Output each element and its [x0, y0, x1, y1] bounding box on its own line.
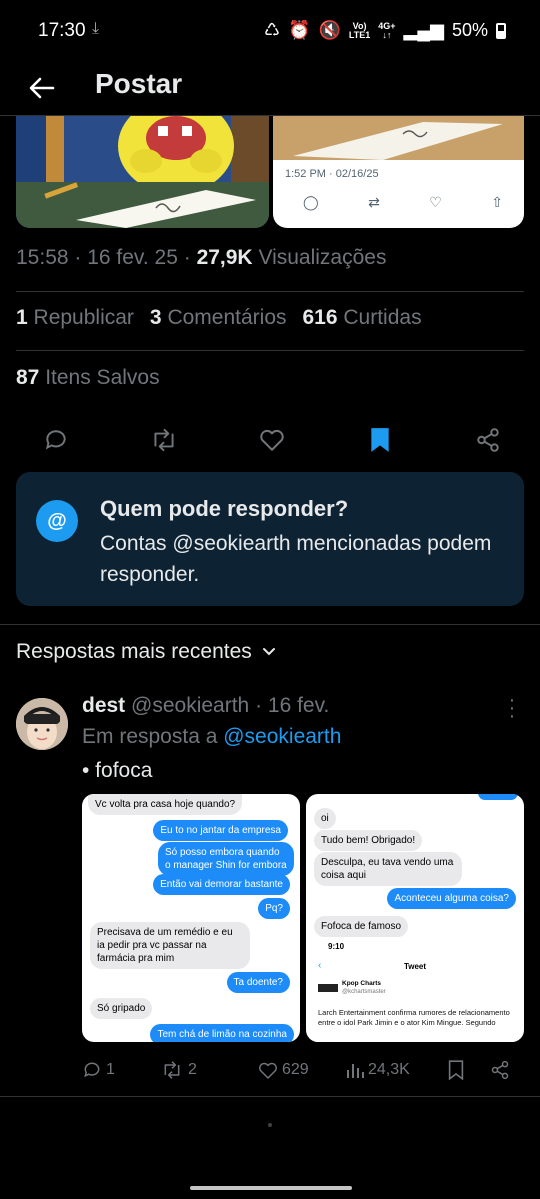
- chat-message: oi: [314, 808, 336, 829]
- reply-author[interactable]: dest @seokiearth · 16 fev.: [82, 694, 329, 718]
- view-count: 27,9K: [196, 246, 253, 269]
- repost-button[interactable]: [148, 424, 180, 456]
- post-stats: 1 Republicar 3 Comentários 616 Curtidas: [16, 306, 422, 330]
- divider: [16, 350, 524, 351]
- mention-at-icon: @: [36, 500, 78, 542]
- volte-indicator: Vo) LTE1: [348, 20, 371, 40]
- chat-message: Então vai demorar bastante: [153, 874, 290, 895]
- bookmark-button[interactable]: [364, 424, 396, 456]
- reply-image-chat-left[interactable]: Vc volta pra casa hoje quando? Eu to no …: [82, 794, 300, 1042]
- chat-message: Eu to no jantar da empresa: [153, 820, 288, 841]
- reply-image-chat-right[interactable]: oi Tudo bem! Obrigado! Desculpa, eu tava…: [306, 794, 524, 1042]
- reposts-stat[interactable]: 1 Republicar: [16, 306, 134, 330]
- likes-stat[interactable]: 616 Curtidas: [303, 306, 422, 330]
- chat-message: Só posso embora quando o manager Shin fo…: [158, 842, 294, 876]
- back-arrow-icon: [29, 77, 55, 99]
- back-chevron-icon: ‹: [318, 960, 322, 971]
- reply-reply-button[interactable]: 1: [82, 1060, 160, 1080]
- reply-bookmark-button[interactable]: [448, 1060, 490, 1080]
- reply-button[interactable]: [40, 424, 72, 456]
- chat-message: Pq?: [258, 898, 290, 919]
- chat-message: Aconteceu alguma coisa?: [387, 888, 516, 909]
- embedded-tweet-screenshot: 9:10 Tweet ‹ Kpop Charts @kchartsmaster …: [314, 940, 516, 1042]
- status-time: 17:30: [38, 20, 86, 41]
- more-options-icon[interactable]: · · ·: [502, 690, 522, 726]
- gesture-home-bar[interactable]: [190, 1186, 352, 1190]
- chat-message: Só gripado: [90, 998, 153, 1019]
- like-icon: ♡: [429, 194, 442, 210]
- reply-handle-date: @seokiearth · 16 fev.: [125, 694, 330, 717]
- reply-sort-selector[interactable]: Respostas mais recentes: [16, 640, 276, 664]
- notification-icon: ♺: [263, 20, 281, 40]
- mute-icon: 🔇: [318, 20, 341, 40]
- status-bar: 17:30 ⤓ ♺ ⏰ 🔇 Vo) LTE1 4G+ ↓↑ ▂▄▆ 50%: [0, 0, 540, 60]
- share-icon: ⇧: [491, 194, 503, 210]
- reply-restriction-card: @ Quem pode responder? Contas @seokieart…: [16, 472, 524, 606]
- analytics-icon: [347, 1064, 364, 1078]
- data-indicator: 4G+ ↓↑: [378, 20, 396, 40]
- bookmark-filled-icon: [371, 428, 389, 452]
- post-media: 1:52 PM · 02/16/25 ◯ ⇄ ♡ ⇧: [16, 116, 524, 228]
- tweet-embed-image: [273, 116, 524, 160]
- bookmark-icon: [448, 1060, 464, 1080]
- embedded-tweet-timestamp: 1:52 PM · 02/16/25: [285, 168, 379, 180]
- heart-icon: [259, 1062, 277, 1079]
- chevron-down-icon: [262, 648, 275, 656]
- chat-message: Precisava de um remédio e eu ia pedir pr…: [90, 922, 250, 969]
- share-button[interactable]: [472, 424, 504, 456]
- status-icons: ♺ ⏰ 🔇 Vo) LTE1 4G+ ↓↑ ▂▄▆ 50%: [264, 20, 506, 41]
- reply-like-button[interactable]: 629: [258, 1061, 346, 1080]
- cartoon-image: [16, 116, 269, 228]
- kpop-logo: [318, 984, 338, 992]
- battery-percent: 50%: [451, 20, 488, 40]
- in-reply-to-link[interactable]: @seokiearth: [223, 725, 341, 748]
- alarm-icon: ⏰: [288, 20, 311, 40]
- reply-repost-button[interactable]: 2: [160, 1060, 258, 1080]
- back-button[interactable]: [22, 68, 62, 108]
- comments-stat[interactable]: 3 Comentários: [150, 306, 287, 330]
- loading-dot: [268, 1123, 272, 1127]
- reply-views-button[interactable]: 24,3K: [346, 1061, 448, 1079]
- embedded-tweet-actions: ◯ ⇄ ♡ ⇧: [303, 194, 503, 211]
- avatar[interactable]: [16, 698, 68, 750]
- chat-message: Tudo bem! Obrigado!: [314, 830, 423, 851]
- chat-message: Desculpa, eu tava vendo uma coisa aqui: [314, 852, 462, 886]
- share-icon: [491, 1060, 509, 1080]
- divider: [16, 291, 524, 292]
- chat-message: Vc volta pra casa hoje quando?: [88, 794, 243, 815]
- media-image-tweet-screenshot[interactable]: 1:52 PM · 02/16/25 ◯ ⇄ ♡ ⇧: [273, 116, 524, 228]
- battery-icon: [496, 22, 506, 39]
- chat-message: Tem chá de limão na cozinha: [150, 1024, 294, 1042]
- saved-stat[interactable]: 87 Itens Salvos: [16, 366, 160, 390]
- reply-action-bar: 1 2 629 24,3K: [82, 1056, 522, 1084]
- signal-icon: ▂▄▆: [403, 20, 444, 40]
- divider: [0, 1096, 540, 1097]
- reply-restriction-title: Quem pode responder?: [100, 496, 349, 521]
- repost-icon: [164, 1061, 180, 1079]
- repost-icon: [154, 428, 174, 452]
- like-button[interactable]: [256, 424, 288, 456]
- download-icon: ⤓: [92, 20, 100, 37]
- reply-text: • fofoca: [82, 759, 153, 782]
- page-title: Postar: [95, 68, 183, 99]
- comment-icon: [84, 1062, 100, 1078]
- sort-label: Respostas mais recentes: [16, 640, 252, 663]
- media-image-spongebob[interactable]: [16, 116, 269, 228]
- top-app-bar: Postar: [0, 60, 540, 116]
- share-icon: [477, 428, 499, 452]
- section-divider: [0, 624, 540, 625]
- reply-share-button[interactable]: [490, 1060, 510, 1080]
- retweet-icon: ⇄: [368, 194, 380, 210]
- chat-message: Ta doente?: [226, 972, 290, 993]
- chat-message-partial: [478, 794, 518, 800]
- in-reply-to: Em resposta a @seokiearth: [82, 725, 342, 748]
- comment-icon: [45, 430, 66, 450]
- reply-icon: ◯: [303, 194, 319, 210]
- chat-message: Fofoca de famoso: [314, 916, 409, 937]
- reply-author-name: dest: [82, 694, 126, 717]
- post-action-bar: [16, 420, 524, 460]
- post-meta: 15:58 · 16 fev. 25 · 27,9K Visualizações: [16, 246, 387, 269]
- reply-restriction-description: Contas @seokiearth mencionadas podem res…: [100, 532, 492, 586]
- heart-icon: [260, 429, 284, 451]
